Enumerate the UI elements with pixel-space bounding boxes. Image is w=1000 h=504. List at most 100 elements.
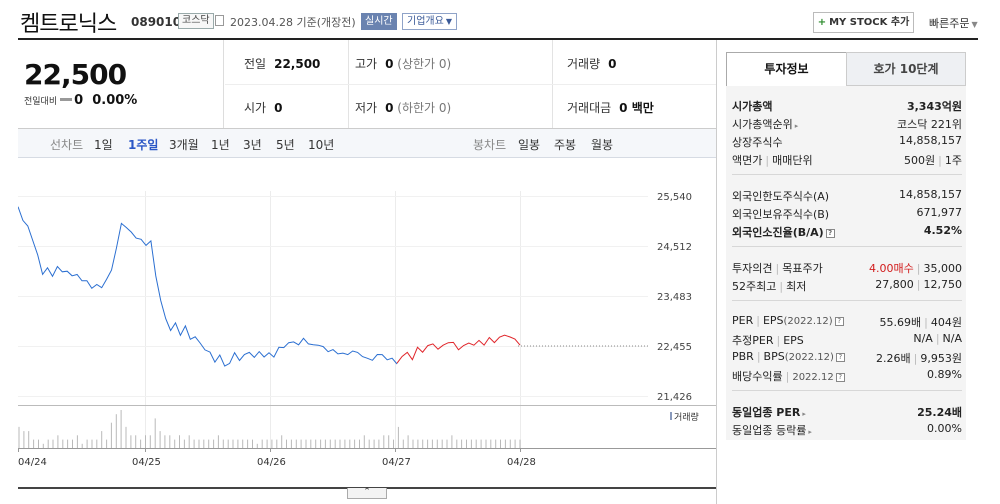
chevron-down-icon: ▼ xyxy=(445,17,452,26)
pipe-divider: | xyxy=(775,262,780,275)
current-price: 22,500 xyxy=(24,58,127,91)
info-key: 추정PER | EPS xyxy=(732,332,804,348)
info-value-primary: 0.89% xyxy=(927,368,962,381)
prev-value: 22,500 xyxy=(274,57,321,71)
info-value: 4.52% xyxy=(924,224,962,237)
x-tick-label: 04/26 xyxy=(257,457,286,468)
info-value: 3,343억원 xyxy=(907,98,962,114)
info-row-foreign-limit: 외국인한도주식수(A) 14,858,157 xyxy=(732,186,962,204)
info-key-label-2: EPS xyxy=(783,334,804,347)
info-row-est-per: 추정PER | EPS N/A | N/A xyxy=(732,330,962,348)
info-value-primary: N/A xyxy=(913,332,933,345)
info-row-foreign-holding: 외국인보유주식수(B) 671,977 xyxy=(732,204,962,222)
info-tabs: 투자정보 호가 10단계 xyxy=(726,52,966,86)
period-5y[interactable]: 5년 xyxy=(276,136,295,153)
chevron-right-icon: ▸ xyxy=(794,122,799,130)
help-icon[interactable]: ? xyxy=(834,316,844,326)
x-tick-label: 04/25 xyxy=(132,457,161,468)
info-row-market-cap-rank: 시가총액순위 ▸ 코스닥 221위 xyxy=(732,114,962,132)
invest-info-panel: 시가총액 3,343억원 시가총액순위 ▸ 코스닥 221위 상장주식수 14,858,15… xyxy=(726,86,966,440)
info-value-primary: 2.26배 xyxy=(876,352,911,365)
info-key-label: 추정PER xyxy=(732,334,774,347)
candle-monthly[interactable]: 월봉 xyxy=(591,136,613,153)
add-mystock-button[interactable]: + MY STOCK 추가 xyxy=(813,12,914,33)
price-line-series-1 xyxy=(18,206,398,367)
info-row-sector-per: 동일업종 PER ▸ 25.24배 xyxy=(732,402,962,420)
volume-legend-label: 거래량 xyxy=(674,411,699,423)
info-key-label-2: 최저 xyxy=(786,280,807,293)
info-value-secondary: 9,953원 xyxy=(920,352,962,365)
low-label: 저가 xyxy=(355,101,378,115)
info-key: 시가총액 xyxy=(732,98,772,114)
help-icon[interactable]: ? xyxy=(825,228,835,238)
pipe-divider: | xyxy=(776,334,781,347)
stock-code: 089010 xyxy=(131,15,182,29)
info-key-period: 2022.12 xyxy=(792,372,834,383)
period-3m[interactable]: 3개월 xyxy=(169,136,199,153)
info-key: 외국인보유주식수(B) xyxy=(732,206,829,222)
info-row-sector-change: 동일업종 등락률 ▸ 0.00% xyxy=(732,420,962,438)
info-value: 4.00매수 | 35,000 xyxy=(869,260,962,276)
tab-orderbook[interactable]: 호가 10단계 xyxy=(846,52,966,86)
info-key-label: 52주최고 xyxy=(732,280,777,293)
period-10y[interactable]: 10년 xyxy=(308,136,334,153)
info-value: 27,800 | 12,750 xyxy=(875,278,962,291)
info-row-per: PER | EPS(2022.12)? 55.69배 | 404원 xyxy=(732,312,962,330)
quick-order-button[interactable]: 빠른주문 ▼ xyxy=(929,15,978,31)
period-3y[interactable]: 3년 xyxy=(243,136,262,153)
candle-daily[interactable]: 일봉 xyxy=(518,136,540,153)
open-label: 시가 xyxy=(244,101,267,115)
low-value: 0 xyxy=(385,101,394,115)
amount-value: 0 백만 xyxy=(619,101,654,115)
info-value-primary: 4.00매수 xyxy=(869,262,914,275)
high-value: 0 xyxy=(385,57,394,71)
info-value-primary: 14,858,157 xyxy=(899,188,962,201)
info-key-label: 액면가 xyxy=(732,154,763,167)
prev-label: 전일 xyxy=(244,57,267,71)
info-key: 동일업종 PER ▸ xyxy=(732,404,806,420)
info-key-label: 투자의견 xyxy=(732,262,773,275)
info-key: PBR | BPS(2022.12)? xyxy=(732,350,845,363)
period-bar: 선차트 1일 1주일 3개월 1년 3년 5년 10년 봉차트 일봉 주봉 월봉 xyxy=(18,129,716,158)
info-row-market-cap: 시가총액 3,343억원 xyxy=(732,96,962,114)
info-key: 상장주식수 xyxy=(732,134,783,150)
info-key-label[interactable]: 시가총액순위 xyxy=(732,118,793,131)
help-icon[interactable]: ? xyxy=(835,372,845,382)
corp-info-label: 기업개요 xyxy=(407,16,444,27)
help-icon[interactable]: ? xyxy=(835,352,845,362)
period-1d[interactable]: 1일 xyxy=(94,136,113,153)
section-divider xyxy=(732,390,962,391)
chevron-right-icon: ▸ xyxy=(808,428,812,436)
pipe-divider: | xyxy=(916,278,921,291)
info-key-label[interactable]: 동일업종 등락률 xyxy=(732,424,806,437)
tab-invest-info[interactable]: 투자정보 xyxy=(726,52,847,86)
info-value-primary: 4.52% xyxy=(923,224,962,237)
y-tick-label: 22,455 xyxy=(657,342,692,353)
market-badge: 코스닥 xyxy=(178,13,214,29)
info-key-label-2: 매매단위 xyxy=(772,154,813,167)
prev-close: 전일 22,500 xyxy=(244,55,320,72)
info-value-secondary: 12,750 xyxy=(923,278,963,291)
info-key: 투자의견 | 목표주가 xyxy=(732,260,823,276)
collapse-chevron-icon[interactable]: ⌃ xyxy=(347,488,387,499)
info-row-pbr: PBR | BPS(2022.12)? 2.26배 | 9,953원 xyxy=(732,348,962,366)
info-value: 55.69배 | 404원 xyxy=(880,314,962,330)
corp-info-button[interactable]: 기업개요 ▼ xyxy=(402,13,457,30)
header: 켐트로닉스 089010 코스닥 2023.04.28 기준(개장전) 실시간 … xyxy=(0,0,1000,42)
section-divider xyxy=(732,300,962,301)
realtime-button[interactable]: 실시간 xyxy=(361,13,397,30)
info-value: N/A | N/A xyxy=(913,332,962,345)
open-value: 0 xyxy=(274,101,283,115)
info-value: 671,977 xyxy=(917,206,963,219)
candle-weekly[interactable]: 주봉 xyxy=(554,136,576,153)
pipe-divider: | xyxy=(938,154,942,167)
info-value-primary: 0.00% xyxy=(927,422,962,435)
info-value-primary: 코스닥 221위 xyxy=(897,118,962,131)
info-key-label: PER xyxy=(732,314,754,327)
period-1y[interactable]: 1년 xyxy=(211,136,230,153)
candle-chart-label: 봉차트 xyxy=(473,138,507,152)
section-divider xyxy=(732,246,962,247)
pipe-divider: | xyxy=(756,350,761,363)
info-key-label[interactable]: 동일업종 PER xyxy=(732,406,800,419)
period-1w[interactable]: 1주일 xyxy=(128,136,158,153)
